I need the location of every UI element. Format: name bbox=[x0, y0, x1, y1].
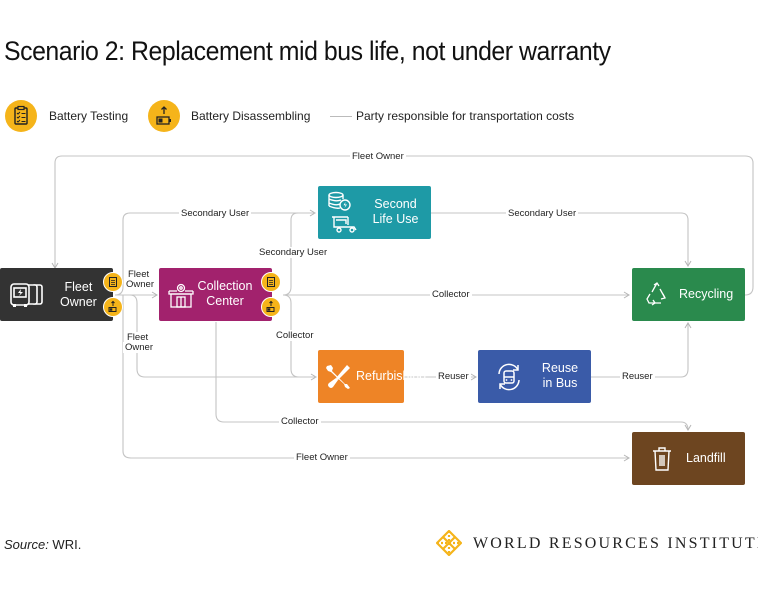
second-life-label-1: Second bbox=[374, 197, 417, 211]
fleet-owner-label-2: Owner bbox=[60, 295, 97, 309]
reuse-label-2: in Bus bbox=[542, 376, 578, 390]
collection-center-disassembling-badge bbox=[261, 297, 281, 317]
battery-stack-rickshaw-icon bbox=[326, 190, 362, 239]
reuse-label-1: Reuse bbox=[541, 361, 579, 375]
recycle-icon bbox=[644, 281, 670, 310]
collection-center-label-2: Center bbox=[206, 294, 244, 308]
label-fleet-owner-landfill: Fleet Owner bbox=[294, 452, 350, 463]
label-fleet-owner-down-2: Owner bbox=[123, 342, 155, 353]
second-life-label-2: Life Use bbox=[372, 212, 419, 226]
source-note: Source: WRI. bbox=[4, 537, 81, 552]
collection-center-label-1: Collection bbox=[197, 279, 253, 293]
node-second-life-use[interactable]: Second Life Use bbox=[318, 186, 431, 239]
label-collector-landfill: Collector bbox=[279, 416, 321, 427]
recycling-label: Recycling bbox=[679, 287, 734, 301]
edge-reuse-to-recycling bbox=[591, 322, 692, 378]
node-landfill[interactable]: Landfill bbox=[632, 432, 745, 485]
source-label: Source: bbox=[4, 537, 49, 552]
fleet-owner-testing-badge bbox=[103, 272, 123, 292]
label-collector-recycling: Collector bbox=[430, 289, 472, 300]
node-refurbishing[interactable]: Refurbishing bbox=[318, 350, 426, 403]
label-reuser-refurb: Reuser bbox=[436, 371, 471, 382]
node-recycling[interactable]: Recycling bbox=[632, 268, 745, 321]
label-collector-refurbishing: Collector bbox=[274, 330, 316, 341]
label-secondary-user-top: Secondary User bbox=[179, 208, 252, 219]
bus-cycle-icon bbox=[494, 362, 524, 395]
wri-logo-icon bbox=[435, 529, 463, 557]
label-fleet-owner-top: Fleet Owner bbox=[350, 151, 406, 162]
building-gear-icon bbox=[167, 281, 195, 312]
source-value: WRI. bbox=[48, 537, 82, 552]
landfill-label: Landfill bbox=[686, 451, 726, 465]
fleet-owner-label-1: Fleet bbox=[64, 280, 93, 294]
trash-bin-icon bbox=[650, 446, 674, 475]
node-collection-center[interactable]: Collection Center bbox=[159, 268, 272, 321]
wri-logo-text[interactable]: WORLD RESOURCES INSTITUTE bbox=[473, 535, 758, 553]
label-reuser-recycling: Reuser bbox=[620, 371, 655, 382]
label-secondary-user-recycling: Secondary User bbox=[506, 208, 579, 219]
edge-second-life-to-recycling bbox=[431, 212, 692, 267]
label-secondary-user-vertical: Secondary User bbox=[257, 247, 330, 258]
electric-buses-icon bbox=[8, 280, 48, 313]
node-fleet-owner[interactable]: Fleet Owner bbox=[0, 268, 113, 321]
refurbishing-label: Refurbishing bbox=[356, 369, 427, 383]
fleet-owner-disassembling-badge bbox=[103, 297, 123, 317]
wrench-screwdriver-icon bbox=[324, 363, 352, 394]
node-reuse-in-bus[interactable]: Reuse in Bus bbox=[478, 350, 591, 403]
collection-center-testing-badge bbox=[261, 272, 281, 292]
label-fleet-owner-cc-2: Owner bbox=[126, 279, 154, 290]
